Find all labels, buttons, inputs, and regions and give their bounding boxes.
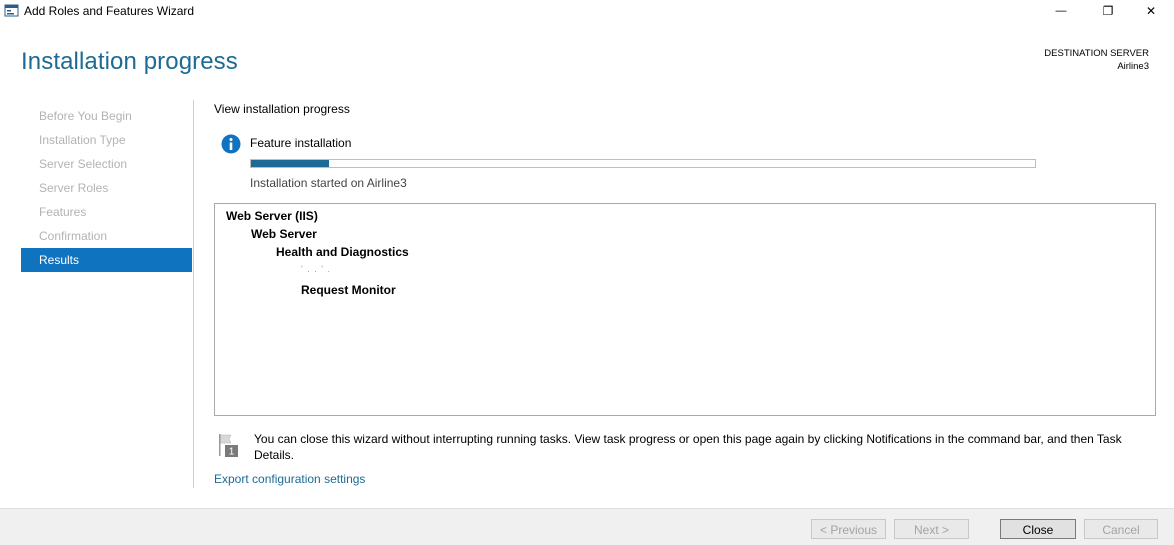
cancel-button[interactable]: Cancel (1084, 519, 1158, 539)
wizard-body: Installation progress DESTINATION SERVER… (0, 22, 1174, 508)
info-icon (221, 134, 241, 154)
restore-icon: ❐ (1102, 4, 1114, 18)
result-item-partial: ' . . ' . (301, 264, 331, 274)
notification-flag-icon: 1 (219, 434, 238, 458)
nav-item-confirmation[interactable]: Confirmation (21, 224, 192, 248)
wizard-nav: Before You Begin Installation Type Serve… (21, 104, 192, 272)
nav-item-results[interactable]: Results (21, 248, 192, 272)
wizard-footer: < Previous Next > Close Cancel (0, 508, 1174, 545)
section-title: View installation progress (214, 102, 350, 116)
result-item-web-server: Web Server (251, 227, 317, 241)
destination-server-name: Airline3 (1117, 61, 1149, 72)
title-bar: Add Roles and Features Wizard — ❐ ✕ (0, 0, 1174, 22)
next-button[interactable]: Next > (894, 519, 969, 539)
nav-divider (193, 100, 194, 488)
close-button[interactable]: Close (1000, 519, 1076, 539)
nav-item-before-you-begin[interactable]: Before You Begin (21, 104, 192, 128)
window-title: Add Roles and Features Wizard (24, 4, 195, 18)
progress-fill (251, 160, 330, 167)
minimize-button[interactable]: — (1038, 0, 1084, 22)
maximize-button[interactable]: ❐ (1085, 0, 1131, 22)
nav-item-installation-type[interactable]: Installation Type (21, 128, 192, 152)
result-item-web-server-iis: Web Server (IIS) (226, 209, 318, 223)
flag-badge-count: 1 (229, 447, 235, 458)
result-item-request-monitor: Request Monitor (301, 283, 396, 297)
server-manager-icon (4, 4, 19, 17)
result-item-health-diagnostics: Health and Diagnostics (276, 245, 409, 259)
nav-item-features[interactable]: Features (21, 200, 192, 224)
destination-server-label: DESTINATION SERVER (1044, 48, 1149, 59)
feature-installation-label: Feature installation (250, 136, 352, 150)
results-list[interactable]: Web Server (IIS) Web Server Health and D… (214, 203, 1156, 416)
nav-item-server-roles[interactable]: Server Roles (21, 176, 192, 200)
minimize-icon: — (1055, 5, 1067, 17)
previous-button[interactable]: < Previous (811, 519, 886, 539)
page-title: Installation progress (21, 48, 238, 75)
installation-status-text: Installation started on Airline3 (250, 176, 407, 190)
installation-progress-bar (250, 159, 1036, 168)
nav-item-server-selection[interactable]: Server Selection (21, 152, 192, 176)
close-wizard-note: You can close this wizard without interr… (254, 432, 1122, 462)
export-configuration-link[interactable]: Export configuration settings (214, 472, 365, 486)
close-window-button[interactable]: ✕ (1128, 0, 1174, 22)
close-icon: ✕ (1145, 4, 1157, 18)
